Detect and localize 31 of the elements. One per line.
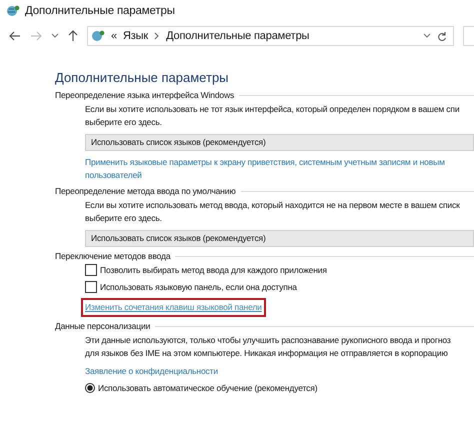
chevron-down-icon[interactable] — [51, 33, 59, 39]
breadcrumb-item[interactable]: Дополнительные параметры — [166, 30, 310, 42]
breadcrumb-item[interactable]: Язык — [122, 30, 148, 42]
section-title: Данные персонализации — [55, 321, 150, 331]
checkbox-label: Позволить выбирать метод ввода для каждого приложения — [100, 265, 327, 275]
radio-label: Использовать автоматическое обучение (рекомендуется) — [98, 383, 318, 393]
chevron-down-icon[interactable] — [423, 33, 431, 39]
description-text: Если вы хотите использовать метод ввода, который находится не на первом месте в вашем списк выберите его здесь. — [85, 199, 461, 225]
section-title: Переопределение метода ввода по умолчанию — [55, 186, 236, 196]
checkbox[interactable] — [85, 264, 97, 276]
page-heading: Дополнительные параметры — [55, 70, 230, 85]
section-title: Переопределение языка интерфейса Windows — [55, 90, 234, 100]
address-bar[interactable]: « Язык Дополнительные параметры — [87, 26, 454, 46]
language-dropdown[interactable]: Использовать список языков (рекомендуется) — [85, 230, 474, 247]
checkbox[interactable] — [85, 281, 97, 293]
checkbox-label: Использовать языковую панель, если она доступна — [100, 282, 297, 292]
up-arrow-icon[interactable] — [68, 30, 78, 42]
window-title: Дополнительные параметры — [25, 5, 175, 17]
description-text: Если вы хотите использовать не тот язык интерфейса, который определен порядком в вашем спи выберите его здесь. — [85, 103, 460, 129]
back-arrow-icon[interactable] — [9, 31, 21, 41]
chevron-right-icon — [154, 32, 160, 40]
radio-button[interactable] — [85, 383, 95, 393]
section-title: Переключение методов ввода — [55, 251, 170, 261]
link[interactable]: Изменить сочетания клавиш языковой панели — [81, 298, 266, 317]
search-field[interactable] — [463, 26, 474, 46]
link[interactable]: Заявление о конфиденциальности — [85, 365, 218, 378]
link[interactable]: Применить языковые параметры к экрану приветствия, системным учетным записям и новым пользователей — [85, 156, 445, 182]
overflow-chevrons[interactable]: « — [111, 30, 117, 42]
description-text: Эти данные используются, только чтобы улучшить распознавание рукописного ввода и прогноз для языков без IME на этом компьютере. Никакая информация не отправляется в корпорацию — [85, 334, 452, 360]
language-dropdown[interactable]: Использовать список языков (рекомендуется) — [85, 134, 474, 151]
refresh-icon[interactable] — [437, 30, 447, 42]
